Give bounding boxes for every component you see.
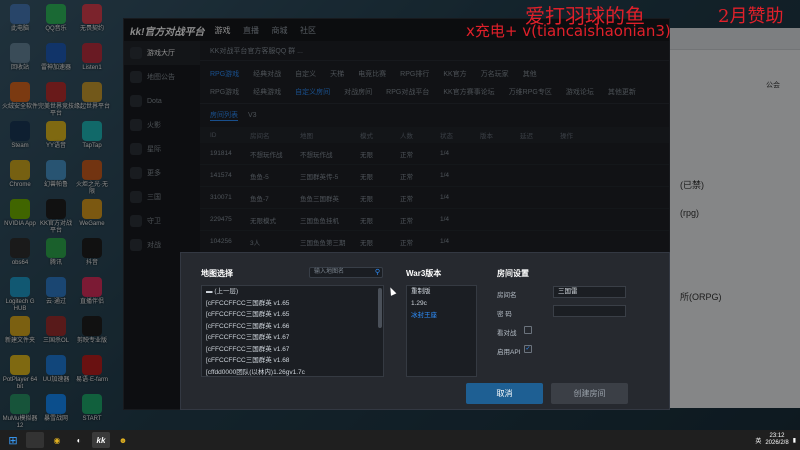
map-name: [cFFCCFFCC三国群英 v1.65 bbox=[206, 311, 290, 318]
war3-version-title: War3版本 bbox=[406, 269, 442, 278]
map-name: [cFFCCFFCC三国群英 v1.67 bbox=[206, 334, 290, 341]
room-name-input[interactable]: 三国雷 bbox=[553, 286, 626, 298]
map-list-item[interactable]: [cFFCCFFCC三国群英 v1.65 bbox=[202, 309, 383, 321]
map-list-scrollbar[interactable] bbox=[378, 288, 382, 328]
clock[interactable]: 23:12 2026/2/8 bbox=[765, 433, 788, 447]
map-search-input[interactable]: 输入地图名 ⚲ bbox=[309, 267, 383, 278]
windows-start-icon[interactable]: ⊞ bbox=[4, 432, 22, 448]
taskbar-folder-icon[interactable] bbox=[26, 432, 44, 448]
room-settings-title: 房间设置 bbox=[497, 269, 529, 278]
language-indicator[interactable]: 英 bbox=[755, 436, 761, 445]
map-list-item[interactable]: [cFFCCFFCC三国群英 v1.66 bbox=[202, 321, 383, 333]
create-room-button[interactable]: 创建房间 bbox=[551, 383, 628, 404]
map-list-item[interactable]: [cffdd0000团队(以林内)1.26gv1.7c bbox=[202, 367, 383, 377]
map-select-title: 地图选择 bbox=[201, 269, 233, 278]
version-item[interactable]: 重制版 bbox=[407, 286, 476, 298]
map-name: [cFFCCFFCC三国群英 v1.65 bbox=[206, 299, 290, 307]
clock-date: 2026/2/8 bbox=[765, 440, 789, 446]
password-input[interactable] bbox=[553, 305, 626, 317]
watermark-contact: x充电+ v(tiancaishaonian3) bbox=[466, 22, 671, 40]
version-list: 重制版 1.29c 冰封王座 bbox=[406, 285, 477, 377]
map-list-item[interactable]: [cFFCCFFCC三国群英 v1.68 bbox=[202, 355, 383, 367]
map-name: [cffdd0000团队(以林内)1.26gv1.7c bbox=[206, 368, 305, 376]
system-tray: 英 23:12 2026/2/8 ▮ bbox=[755, 430, 796, 450]
replay-label: 看对战 bbox=[497, 330, 517, 337]
map-name: [cFFCCFFCC三国群英 v1.67 bbox=[206, 345, 290, 353]
search-icon[interactable]: ⚲ bbox=[375, 268, 380, 277]
map-parent-folder[interactable]: ▬ (上一层) bbox=[202, 286, 383, 298]
watermark-sponsor: 2月赞助 bbox=[718, 6, 784, 27]
replay-checkbox[interactable] bbox=[524, 326, 532, 334]
map-name: [cFFCCFFCC三国群英 v1.66 bbox=[206, 322, 290, 330]
map-list-item[interactable]: [cFFCCFFCC三国群英 v1.67 bbox=[202, 344, 383, 356]
taskbar: ⊞ ◉ ◐ kk ☻ 英 23:12 2026/2/8 ▮ bbox=[0, 430, 800, 450]
clock-time: 23:12 bbox=[769, 433, 785, 439]
map-list-item[interactable]: [cFFCCFFCC三国群英 v1.65 bbox=[202, 298, 383, 310]
map-name: [cFFCCFFCC三国群英 v1.68 bbox=[206, 357, 290, 364]
taskbar-kk-icon[interactable]: kk bbox=[92, 432, 110, 448]
api-checkbox[interactable]: ✓ bbox=[524, 345, 532, 353]
version-item[interactable]: 冰封王座 bbox=[407, 310, 476, 322]
room-name-label: 房间名 bbox=[497, 292, 517, 299]
notification-icon[interactable]: ▮ bbox=[793, 437, 796, 444]
taskbar-chrome-icon[interactable]: ◉ bbox=[48, 432, 66, 448]
password-label: 密 码 bbox=[497, 311, 512, 318]
create-room-dialog: 地图选择 输入地图名 ⚲ ▬ (上一层) [cFFCCFFCC三国群英 v1.65… bbox=[180, 252, 670, 410]
map-search-placeholder: 输入地图名 bbox=[314, 269, 345, 275]
taskbar-yy-icon[interactable]: ☻ bbox=[114, 432, 132, 448]
version-item[interactable]: 1.29c bbox=[407, 298, 476, 310]
cancel-button[interactable]: 取消 bbox=[466, 383, 543, 404]
map-name: (上一层) bbox=[214, 288, 239, 295]
api-label: 启用API bbox=[497, 349, 521, 356]
taskbar-app-icon[interactable]: ◐ bbox=[70, 432, 88, 448]
map-list-item[interactable]: [cFFCCFFCC三国群英 v1.67 bbox=[202, 332, 383, 344]
map-list[interactable]: ▬ (上一层) [cFFCCFFCC三国群英 v1.65 [cFFCCFFCC三国群… bbox=[201, 285, 384, 377]
